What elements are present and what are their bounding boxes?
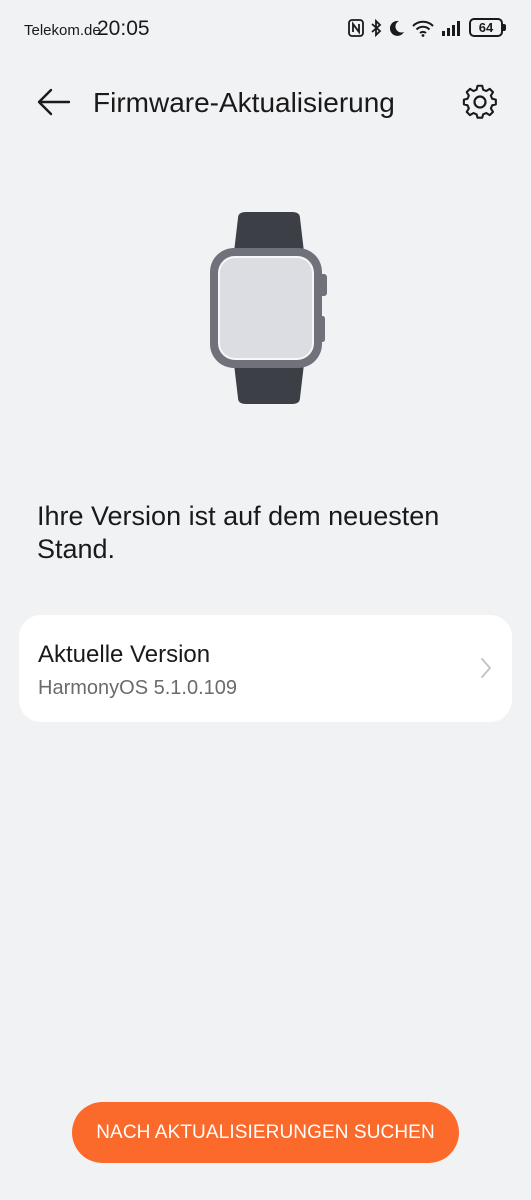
watch-band-top: [234, 212, 304, 252]
moon-icon: [388, 19, 405, 37]
smartwatch-illustration: [200, 208, 332, 408]
current-version-card[interactable]: Aktuelle Version HarmonyOS 5.1.0.109: [19, 615, 512, 722]
carrier-name: Telekom.de: [24, 22, 101, 39]
signal-icon: [441, 19, 463, 37]
update-status-message: Ihre Version ist auf dem neuesten Stand.: [37, 501, 440, 564]
chevron-right-icon: [480, 657, 492, 684]
watch-band-bottom: [234, 364, 304, 404]
nfc-icon: [348, 18, 364, 37]
arrow-left-icon: [37, 88, 71, 121]
check-for-updates-button[interactable]: NACH AKTUALISIERUNGEN SUCHEN: [72, 1102, 459, 1163]
back-button[interactable]: [30, 84, 78, 124]
status-bar: Telekom.de 20:05 64: [0, 0, 531, 60]
status-icons: 64: [348, 18, 506, 37]
settings-button[interactable]: [459, 84, 501, 124]
clock: 20:05: [97, 17, 150, 40]
wifi-icon: [411, 19, 435, 37]
watch-screen: [218, 256, 314, 360]
version-label: Aktuelle Version: [38, 641, 211, 668]
page-title: Firmware-Aktualisierung: [93, 87, 395, 118]
smartwatch-icon: [200, 212, 332, 412]
header-bar: Firmware-Aktualisierung: [0, 72, 531, 136]
bluetooth-icon: [370, 18, 382, 37]
version-value: HarmonyOS 5.1.0.109: [38, 677, 237, 699]
battery-icon: 64: [469, 18, 506, 37]
gear-icon: [462, 84, 498, 125]
